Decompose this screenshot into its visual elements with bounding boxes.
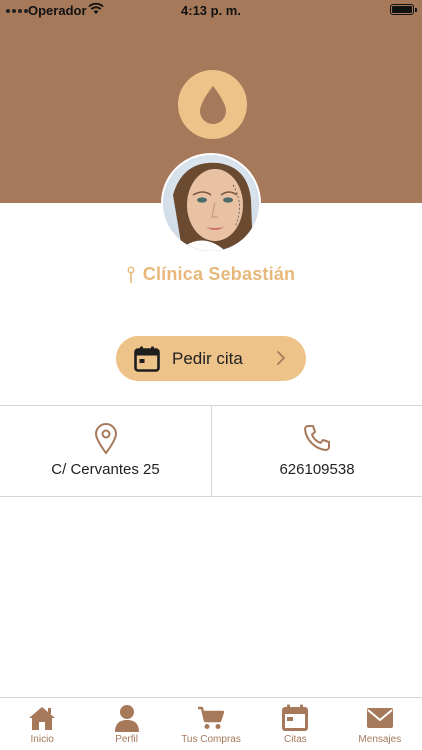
clinic-logo <box>178 70 247 139</box>
book-appointment-label: Pedir cita <box>172 349 243 368</box>
cart-icon <box>198 706 225 729</box>
face-photo-icon <box>163 155 259 251</box>
battery-icon <box>390 4 417 15</box>
phone-text: 626109538 <box>279 461 355 478</box>
drop-icon <box>199 85 226 124</box>
clinic-avatar <box>161 153 261 253</box>
user-icon <box>114 705 139 732</box>
clock: 4:13 p. m. <box>181 3 241 18</box>
tab-label: Tus Compras <box>181 734 241 745</box>
tab-citas[interactable]: Citas <box>253 698 337 750</box>
calendar-icon <box>134 346 160 372</box>
phone-icon <box>304 425 330 451</box>
home-icon <box>29 707 56 730</box>
clinic-title-row: Clínica Sebastián <box>0 264 422 285</box>
calendar-icon <box>282 704 309 731</box>
tab-mensajes[interactable]: Mensajes <box>338 698 422 750</box>
bottom-tab-bar: Inicio Perfil Tus Compras Citas Mensajes <box>0 697 422 750</box>
status-bar: Operador 4:13 p. m. <box>0 0 422 22</box>
clinic-name: Clínica Sebastián <box>142 264 296 284</box>
book-appointment-button[interactable]: Pedir cita <box>116 336 306 381</box>
tab-inicio[interactable]: Inicio <box>0 698 84 750</box>
chevron-right-icon <box>277 351 285 365</box>
tab-label: Perfil <box>115 734 138 745</box>
location-pin-icon <box>94 423 117 455</box>
tab-label: Inicio <box>30 734 54 745</box>
tab-label: Mensajes <box>358 734 402 745</box>
tab-label: Citas <box>284 734 307 745</box>
contact-info: C/ Cervantes 25 626109538 <box>0 405 422 497</box>
tab-perfil[interactable]: Perfil <box>84 698 168 750</box>
pin-marker-icon <box>127 266 135 283</box>
address-text: C/ Cervantes 25 <box>51 461 160 478</box>
mail-icon <box>366 708 393 728</box>
address-cell[interactable]: C/ Cervantes 25 <box>0 406 211 497</box>
tab-tus-compras[interactable]: Tus Compras <box>169 698 253 750</box>
phone-cell[interactable]: 626109538 <box>211 406 422 497</box>
